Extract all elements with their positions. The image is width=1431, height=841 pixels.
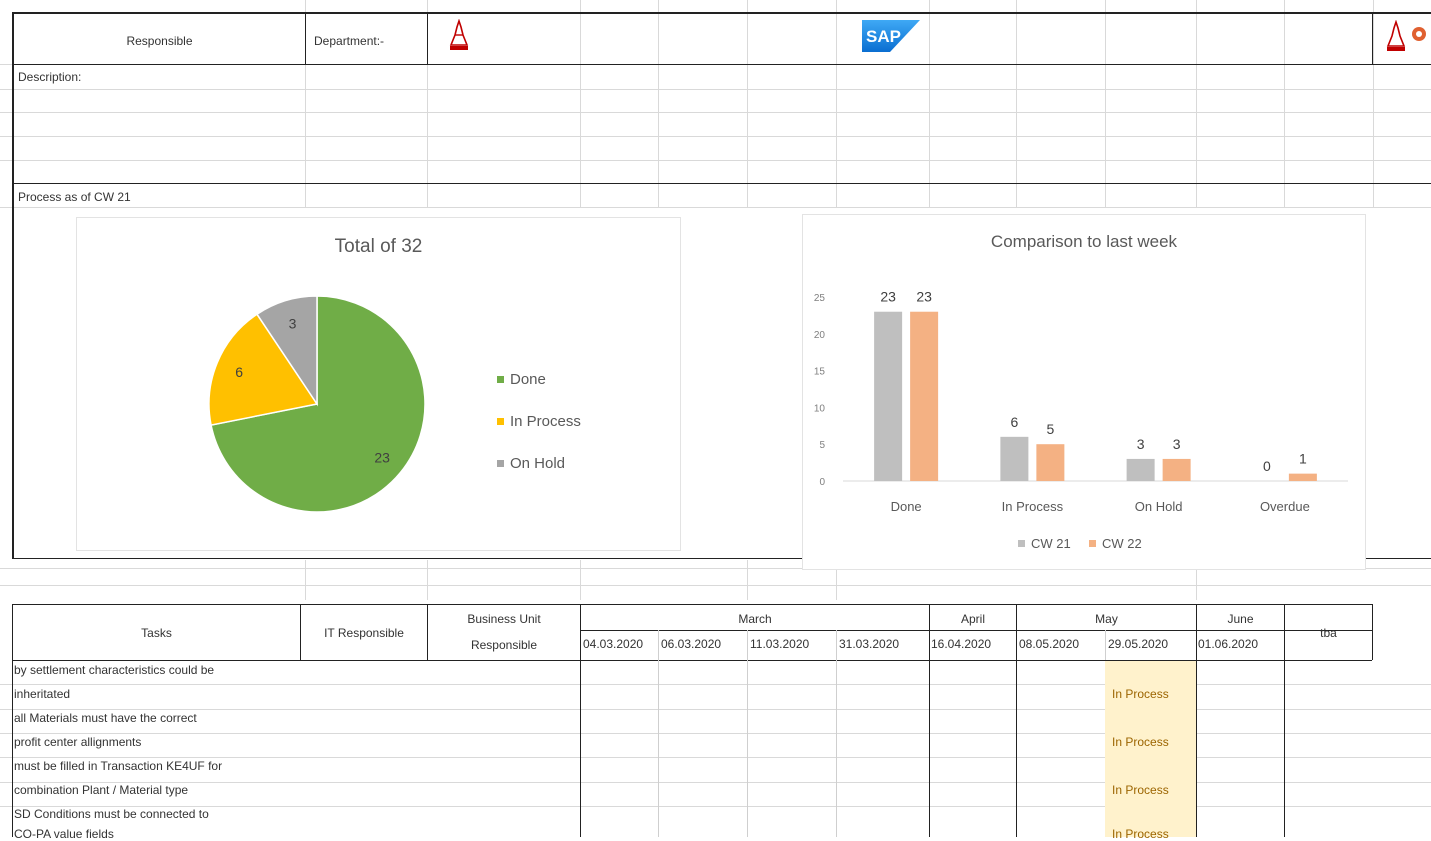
pie-data-label: 23 bbox=[374, 449, 390, 465]
legend-done: Done bbox=[497, 371, 546, 388]
svg-text:SAP: SAP bbox=[866, 27, 901, 46]
sap-logo-icon: SAP bbox=[862, 20, 920, 52]
pie-data-label: 6 bbox=[235, 364, 243, 380]
bar-data-label: 23 bbox=[916, 289, 932, 305]
bar-cw-21 bbox=[1000, 436, 1029, 481]
y-tick-label: 0 bbox=[819, 477, 825, 488]
legend-cw21: CW 21 bbox=[1018, 536, 1071, 551]
legend-in-process: In Process bbox=[497, 413, 581, 430]
task-line-2: profit center allignments bbox=[14, 735, 142, 749]
status-cell[interactable]: In Process bbox=[1112, 827, 1169, 841]
legend-on-hold-label: On Hold bbox=[510, 455, 566, 472]
legend-in-process-swatch bbox=[497, 418, 504, 425]
header-march: March bbox=[738, 612, 772, 626]
process-label: Process as of CW 21 bbox=[18, 190, 131, 204]
bar-cw-21 bbox=[874, 311, 903, 481]
y-tick-label: 25 bbox=[814, 293, 826, 304]
status-cell[interactable]: In Process bbox=[1112, 783, 1169, 797]
bar-data-label: 3 bbox=[1137, 436, 1145, 452]
y-tick-label: 5 bbox=[819, 440, 825, 451]
header-may: May bbox=[1095, 612, 1118, 626]
company-logo-icon bbox=[447, 18, 471, 53]
legend-in-process-label: In Process bbox=[510, 413, 581, 430]
description-label: Description: bbox=[18, 70, 82, 84]
legend-done-label: Done bbox=[510, 371, 546, 388]
header-business-unit: Business Unit bbox=[467, 612, 541, 626]
task-line-2: combination Plant / Material type bbox=[14, 783, 189, 797]
task-line-2: inheritated bbox=[14, 687, 71, 701]
task-line-1: SD Conditions must be connected to bbox=[14, 807, 209, 821]
legend-on-hold-swatch bbox=[497, 460, 504, 467]
date-col-6: 08.05.2020 bbox=[1019, 637, 1080, 651]
responsible-label: Responsible bbox=[126, 34, 193, 48]
legend-done-swatch bbox=[497, 376, 504, 383]
task-line-1: must be filled in Transaction KE4UF for bbox=[14, 759, 223, 773]
bar-cw-21 bbox=[1126, 458, 1155, 481]
legend-cw22-swatch bbox=[1089, 540, 1096, 547]
task-line-1: all Materials must have the correct bbox=[14, 711, 197, 725]
bar-cw-22 bbox=[910, 311, 939, 481]
header-april: April bbox=[960, 612, 985, 626]
bar-data-label: 23 bbox=[880, 289, 896, 305]
bar-data-label: 1 bbox=[1299, 451, 1307, 467]
y-tick-label: 10 bbox=[814, 403, 826, 414]
pie-chart: 23 6 3 bbox=[208, 295, 426, 513]
header-tasks: Tasks bbox=[141, 626, 172, 640]
bar-data-label: 6 bbox=[1010, 414, 1018, 430]
partner-logo-icon bbox=[1385, 19, 1431, 54]
pie-chart-panel[interactable]: Total of 32 23 6 3 Done In Process On Hold bbox=[76, 217, 681, 551]
date-col-3: 11.03.2020 bbox=[750, 637, 810, 651]
header-it-responsible: IT Responsible bbox=[324, 626, 404, 640]
bar-data-label: 3 bbox=[1173, 436, 1181, 452]
x-tick-label: On Hold bbox=[1135, 499, 1183, 514]
status-cell[interactable]: In Process bbox=[1112, 735, 1169, 749]
date-col-1: 04.03.2020 bbox=[583, 637, 644, 651]
legend-on-hold: On Hold bbox=[497, 455, 565, 472]
x-tick-label: In Process bbox=[1002, 499, 1064, 514]
y-tick-label: 15 bbox=[814, 367, 826, 378]
bar-chart-panel[interactable]: Comparison to last week 0 5 10 15 20 25 23 23 Do… bbox=[802, 214, 1366, 570]
task-line-1: by settlement characteristics could be bbox=[14, 663, 215, 677]
bar-cw-22 bbox=[1036, 444, 1065, 481]
header-business-unit-2: Responsible bbox=[470, 638, 538, 652]
date-col-5: 16.04.2020 bbox=[931, 637, 992, 651]
pie-data-label: 3 bbox=[289, 315, 297, 331]
x-tick-label: Overdue bbox=[1260, 499, 1310, 514]
bar-cw-22 bbox=[1162, 458, 1191, 481]
x-tick-label: Done bbox=[891, 499, 922, 514]
y-tick-label: 20 bbox=[814, 330, 826, 341]
legend-cw21-swatch bbox=[1018, 540, 1025, 547]
department-label: Department:- bbox=[314, 34, 385, 48]
status-cell[interactable]: In Process bbox=[1112, 687, 1169, 701]
bar-data-label: 0 bbox=[1263, 458, 1271, 474]
bar-data-label: 5 bbox=[1046, 421, 1054, 437]
legend-cw22: CW 22 bbox=[1089, 536, 1142, 551]
bar-cw-22 bbox=[1288, 473, 1317, 481]
date-col-7: 29.05.2020 bbox=[1108, 637, 1169, 651]
task-line-2: CO-PA value fields bbox=[14, 827, 114, 841]
date-col-8: 01.06.2020 bbox=[1198, 637, 1259, 651]
header-tba: tba bbox=[1320, 626, 1337, 640]
date-col-2: 06.03.2020 bbox=[661, 637, 722, 651]
date-col-4: 31.03.2020 bbox=[839, 637, 900, 651]
legend-cw22-label: CW 22 bbox=[1102, 536, 1142, 551]
legend-cw21-label: CW 21 bbox=[1031, 536, 1071, 551]
bar-chart: 0 5 10 15 20 25 23 23 Done 6 5 In Process 3 3 On Hold 0… bbox=[814, 289, 1348, 514]
header-june: June bbox=[1227, 612, 1254, 626]
